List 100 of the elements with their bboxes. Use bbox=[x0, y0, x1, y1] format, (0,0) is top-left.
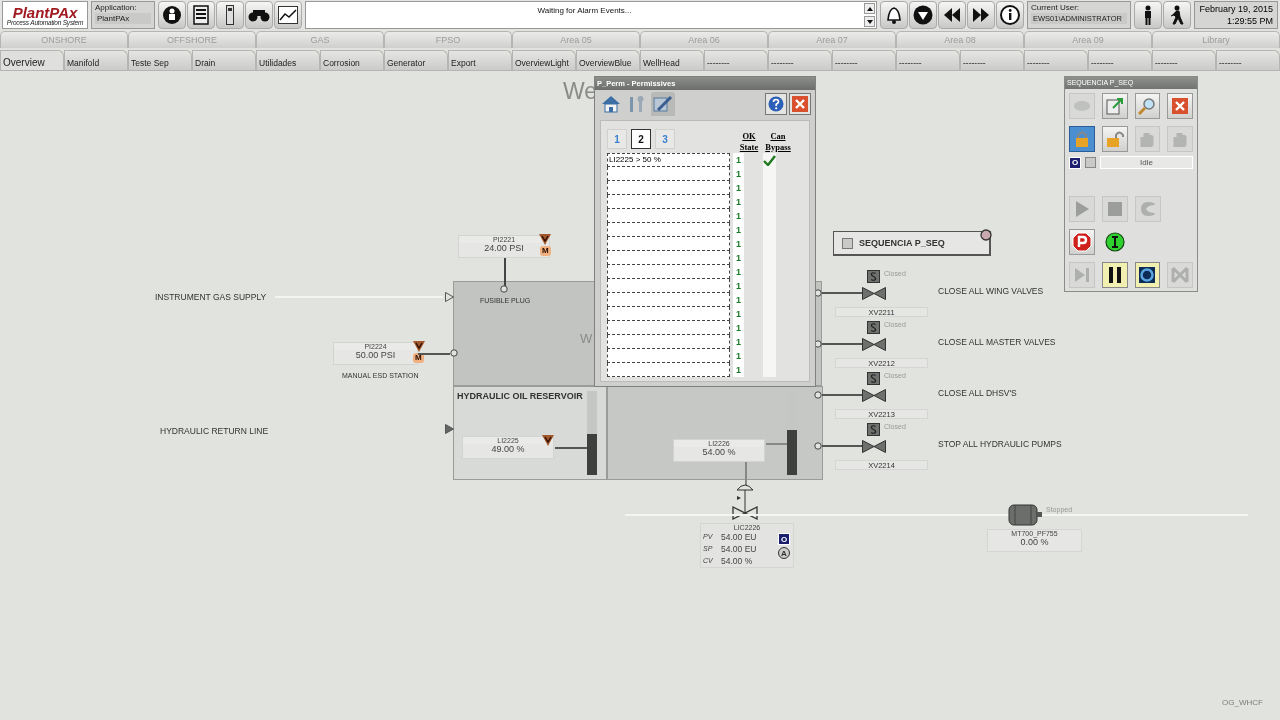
document-button[interactable] bbox=[187, 1, 215, 29]
display-tab[interactable]: -------- bbox=[960, 50, 1024, 70]
value-text: 0.00 % bbox=[1020, 537, 1049, 547]
flow-arrow-icon bbox=[445, 424, 454, 434]
display-tab[interactable]: Overview bbox=[0, 50, 64, 70]
rewind-button[interactable] bbox=[938, 1, 966, 29]
parameter-value: 54.00 EU bbox=[721, 543, 757, 555]
display-tab[interactable]: -------- bbox=[832, 50, 896, 70]
application-name: PlantPAx bbox=[95, 13, 151, 24]
start-indicator-icon bbox=[1105, 232, 1125, 252]
search-button[interactable] bbox=[1134, 93, 1161, 119]
display-tab[interactable]: -------- bbox=[1024, 50, 1088, 70]
document-icon bbox=[193, 5, 209, 25]
control-valve-icon[interactable] bbox=[732, 482, 758, 520]
skip-icon bbox=[1170, 265, 1191, 285]
parameter-value: 54.00 % bbox=[721, 555, 753, 567]
info-button[interactable] bbox=[996, 1, 1024, 29]
ok-state-cell: 1 bbox=[733, 307, 744, 321]
close-button[interactable] bbox=[1167, 93, 1193, 119]
fast-forward-icon bbox=[972, 8, 990, 22]
display-tab[interactable]: -------- bbox=[1088, 50, 1152, 70]
rewind-icon bbox=[943, 8, 961, 22]
sequence-button[interactable]: SEQUENCIA P_SEQ bbox=[833, 231, 991, 256]
sequence-checkbox[interactable] bbox=[842, 237, 853, 249]
display-tab[interactable]: Export bbox=[448, 50, 512, 70]
flow-arrow-icon bbox=[445, 292, 454, 302]
display-tab[interactable]: OverviewLight bbox=[512, 50, 576, 70]
value-text: 50.00 PSI bbox=[355, 350, 396, 360]
display-tab[interactable]: Utilidades bbox=[256, 50, 320, 70]
valve-icon[interactable] bbox=[862, 440, 886, 453]
connection-node-icon bbox=[814, 391, 822, 399]
display-tab[interactable]: Manifold bbox=[64, 50, 128, 70]
down-arrow-circle-icon bbox=[913, 5, 933, 25]
display-tab[interactable]: -------- bbox=[1152, 50, 1216, 70]
cycle-button[interactable] bbox=[1134, 262, 1161, 288]
application-label: Application: bbox=[95, 3, 138, 12]
close-button[interactable] bbox=[789, 93, 811, 115]
display-tab[interactable]: OverviewBlue bbox=[576, 50, 640, 70]
ok-state-cell: 1 bbox=[733, 321, 744, 335]
current-user-label: Current User: bbox=[1031, 3, 1080, 12]
ok-state-cell: 1 bbox=[733, 237, 744, 251]
line-label: INSTRUMENT GAS SUPPLY bbox=[155, 292, 267, 302]
value-text: 24.00 PSI bbox=[484, 243, 524, 253]
edit-icon bbox=[653, 95, 673, 113]
column-header: OK State bbox=[739, 131, 759, 153]
up-arrow-icon bbox=[866, 6, 873, 11]
value-text: 49.00 % bbox=[491, 444, 525, 454]
motor-icon[interactable] bbox=[1007, 503, 1043, 527]
binoculars-icon bbox=[248, 8, 270, 22]
stop-sign-button[interactable] bbox=[1069, 229, 1095, 255]
lock-button[interactable] bbox=[1069, 126, 1095, 152]
action-label: STOP ALL HYDRAULIC PUMPS bbox=[938, 439, 1062, 449]
connection-node-icon bbox=[450, 349, 458, 357]
mode-badge: A bbox=[778, 547, 790, 559]
display-tab[interactable]: Drain bbox=[192, 50, 256, 70]
display-tab[interactable]: -------- bbox=[1216, 50, 1280, 70]
pause-button[interactable] bbox=[1101, 262, 1128, 288]
ok-state-cell: 1 bbox=[733, 209, 744, 223]
panel-title: W bbox=[580, 331, 593, 346]
valve-icon[interactable] bbox=[862, 338, 886, 351]
stop-sign-icon bbox=[1072, 232, 1092, 252]
start-indicator-button[interactable] bbox=[1102, 229, 1128, 255]
display-tab[interactable]: -------- bbox=[896, 50, 960, 70]
valve-icon[interactable] bbox=[862, 287, 886, 300]
device-button[interactable] bbox=[216, 1, 244, 29]
display-tab[interactable]: WellHead bbox=[640, 50, 704, 70]
mode-badge: O bbox=[778, 533, 790, 545]
home-icon bbox=[601, 95, 621, 113]
logout-button[interactable] bbox=[1163, 1, 1191, 29]
bypass-checkbox[interactable] bbox=[763, 167, 776, 181]
trend-button[interactable] bbox=[274, 1, 302, 29]
binoculars-button[interactable] bbox=[245, 1, 273, 29]
display-tab[interactable]: -------- bbox=[768, 50, 832, 70]
login-button[interactable] bbox=[1134, 1, 1162, 29]
valve-icon[interactable] bbox=[862, 389, 886, 402]
ok-state-cell: 1 bbox=[733, 223, 744, 237]
scroll-up-button[interactable] bbox=[864, 3, 875, 14]
display-tab[interactable]: Teste Sep bbox=[128, 50, 192, 70]
ok-state-cell: 1 bbox=[733, 153, 744, 167]
export-icon bbox=[1105, 97, 1124, 115]
display-tab[interactable]: Generator bbox=[384, 50, 448, 70]
mode-badge: M bbox=[540, 246, 551, 256]
scroll-down-button[interactable] bbox=[864, 16, 875, 27]
edit-tab[interactable] bbox=[651, 92, 675, 116]
device-icon bbox=[226, 5, 234, 25]
state-field: Idle bbox=[1100, 156, 1193, 169]
ok-state-cell: 1 bbox=[733, 279, 744, 293]
down-arrow-button[interactable] bbox=[909, 1, 937, 29]
display-tab[interactable]: -------- bbox=[704, 50, 768, 70]
ok-state-cell: 1 bbox=[733, 195, 744, 209]
logo-title: PlantPAx bbox=[12, 4, 78, 20]
operator-button[interactable] bbox=[158, 1, 186, 29]
unlock-button[interactable] bbox=[1101, 126, 1128, 152]
help-button[interactable] bbox=[765, 93, 787, 115]
export-button[interactable] bbox=[1101, 93, 1128, 119]
fast-forward-button[interactable] bbox=[967, 1, 995, 29]
page-tab[interactable]: 2 bbox=[631, 129, 651, 149]
display-tab[interactable]: Corrosion bbox=[320, 50, 384, 70]
bypass-checkbox[interactable] bbox=[763, 153, 776, 167]
alarm-bell-button[interactable] bbox=[880, 1, 908, 29]
